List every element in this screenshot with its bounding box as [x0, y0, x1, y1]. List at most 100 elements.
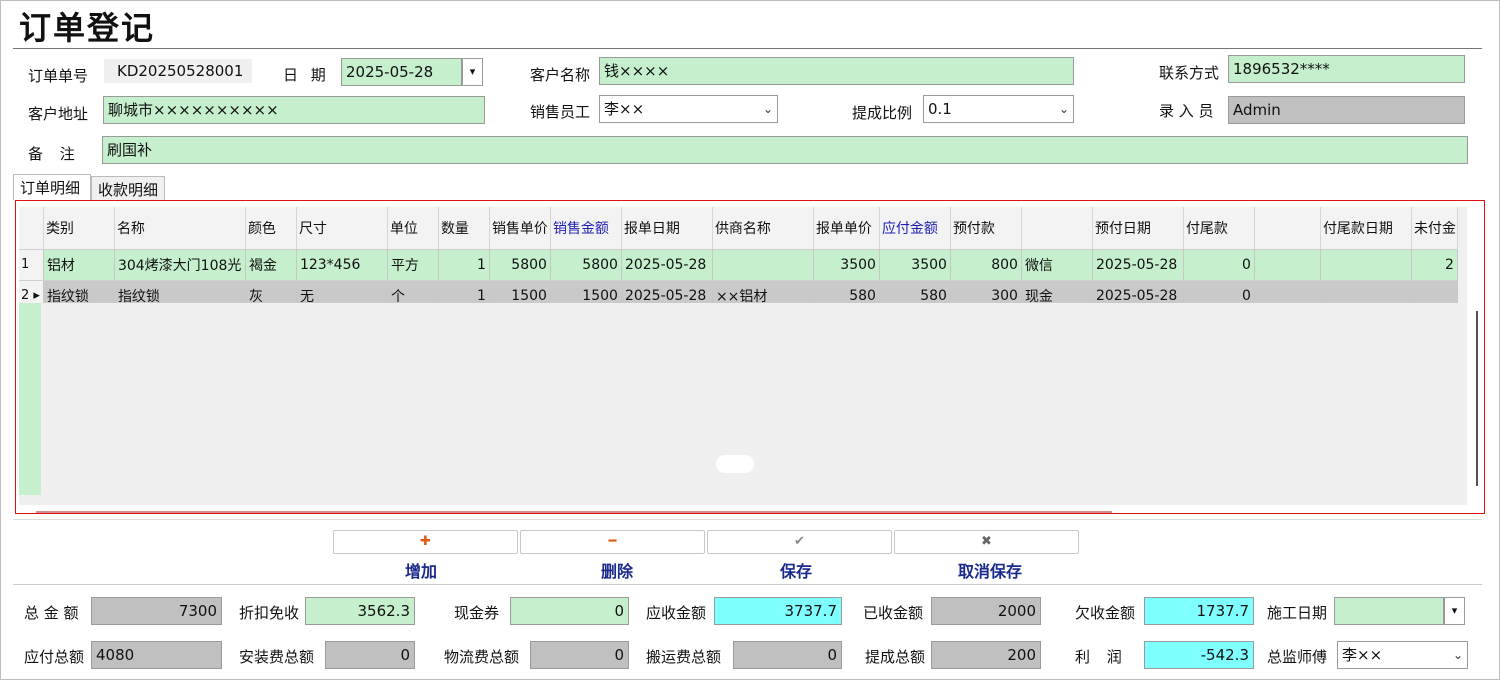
title-divider [13, 48, 1482, 49]
horizontal-scrollbar[interactable] [36, 511, 1112, 513]
commission-label: 提成比例 [852, 104, 913, 122]
cancel-save-button[interactable]: ✖ [894, 530, 1079, 554]
supervisor-label: 总监师傅 [1267, 648, 1328, 666]
col-header[interactable]: 付尾款 [1183, 207, 1255, 250]
col-header[interactable]: 报单单价 [813, 207, 880, 250]
cell-supplier[interactable] [712, 249, 814, 281]
col-header[interactable]: 应付金额 [879, 207, 951, 250]
col-header[interactable]: 销售金额 [550, 207, 622, 250]
add-button[interactable]: ✚ [333, 530, 518, 554]
cell-unit[interactable]: 平方 [387, 249, 439, 281]
grid-header-row: 类别 名称 颜色 尺寸 单位 数量 销售单价 销售金额 报单日期 供商名称 报单… [19, 207, 1458, 250]
cell-qty[interactable]: 1 [438, 249, 490, 281]
cell-size[interactable]: 123*456 [296, 249, 388, 281]
cell-order-price[interactable]: 3500 [813, 249, 880, 281]
address-label: 客户地址 [28, 105, 89, 123]
col-header[interactable]: 颜色 [245, 207, 297, 250]
save-button-label[interactable]: 保存 [780, 558, 812, 582]
col-header[interactable]: 类别 [43, 207, 115, 250]
commission-select[interactable]: 0.1 ⌄ [923, 95, 1074, 123]
cell-color[interactable]: 褐金 [245, 249, 297, 281]
install-fee-field: 0 [325, 641, 415, 669]
salesperson-select[interactable]: 李×× ⌄ [599, 95, 778, 123]
contact-field[interactable]: 1896532**** [1228, 55, 1465, 83]
cell-balance-date[interactable] [1320, 249, 1412, 281]
section-divider [13, 519, 1482, 520]
close-icon: ✖ [981, 534, 992, 549]
construction-date-label: 施工日期 [1267, 604, 1328, 622]
cell-category[interactable]: 铝材 [43, 249, 115, 281]
minus-icon: ━ [608, 534, 617, 549]
col-header[interactable]: 预付日期 [1092, 207, 1184, 250]
add-button-label[interactable]: 增加 [405, 558, 437, 582]
tab-payment-details[interactable]: 收款明细 [91, 176, 165, 200]
order-entry-window: 订单登记 订单单号 KD20250528001 日 期 2025-05-28 ▾… [0, 0, 1500, 680]
col-header[interactable]: 数量 [438, 207, 490, 250]
cell-prepay-method[interactable]: 微信 [1021, 249, 1093, 281]
cell-balance-pay[interactable]: 0 [1183, 249, 1255, 281]
row-header[interactable]: 1 [19, 249, 44, 281]
carry-field: 0 [733, 641, 842, 669]
coupon-field[interactable]: 0 [510, 597, 629, 625]
install-fee-label: 安装费总额 [239, 648, 315, 666]
detail-table: 类别 名称 颜色 尺寸 单位 数量 销售单价 销售金额 报单日期 供商名称 报单… [19, 207, 1458, 312]
col-header[interactable]: 名称 [114, 207, 246, 250]
col-header[interactable]: 未付金 [1411, 207, 1458, 250]
construction-date-field[interactable] [1334, 597, 1444, 625]
receivable-field: 3737.7 [714, 597, 842, 625]
order-no-label: 订单单号 [28, 67, 89, 85]
contact-label: 联系方式 [1159, 64, 1220, 82]
supervisor-select[interactable]: 李×× ⌄ [1337, 641, 1468, 669]
cell-payable[interactable]: 3500 [879, 249, 951, 281]
cell-prepay-date[interactable]: 2025-05-28 [1092, 249, 1184, 281]
salesperson-label: 销售员工 [530, 103, 591, 121]
grid-empty-area [19, 303, 1467, 505]
profit-label: 利 润 [1075, 648, 1128, 666]
col-header[interactable] [1021, 207, 1093, 250]
date-field[interactable]: 2025-05-28 [341, 58, 462, 86]
total-field: 7300 [91, 597, 222, 625]
total-label: 总 金 额 [24, 604, 79, 622]
received-label: 已收金额 [863, 604, 924, 622]
discount-label: 折扣免收 [239, 604, 300, 622]
cancel-save-button-label[interactable]: 取消保存 [958, 558, 1022, 582]
note-label: 备 注 [28, 145, 81, 163]
cell-sale-amount[interactable]: 5800 [550, 249, 622, 281]
payable-total-field: 4080 [91, 641, 222, 669]
cell-unpaid[interactable]: 2 [1411, 249, 1458, 281]
cell-order-date[interactable]: 2025-05-28 [621, 249, 713, 281]
save-button[interactable]: ✔ [707, 530, 892, 554]
plus-icon: ✚ [420, 534, 431, 549]
construction-date-picker-button[interactable]: ▾ [1444, 597, 1465, 625]
cell-blank[interactable] [1254, 249, 1321, 281]
carry-label: 搬运费总额 [646, 648, 722, 666]
receivable-label: 应收金额 [646, 604, 707, 622]
col-header[interactable]: 销售单价 [489, 207, 551, 250]
cell-sale-price[interactable]: 5800 [489, 249, 551, 281]
address-field[interactable]: 聊城市×××××××××× [103, 96, 485, 124]
customer-field[interactable]: 钱×××× [599, 57, 1074, 85]
col-header[interactable]: 预付款 [950, 207, 1022, 250]
table-row[interactable]: 1 铝材 304烤漆大门108光 褐金 123*456 平方 1 5800 58… [19, 249, 1458, 281]
delete-button[interactable]: ━ [520, 530, 705, 554]
commission-total-label: 提成总额 [865, 648, 926, 666]
col-header[interactable]: 尺寸 [296, 207, 388, 250]
cell-name[interactable]: 304烤漆大门108光 [114, 249, 246, 281]
col-header[interactable]: 付尾款日期 [1320, 207, 1412, 250]
commission-value: 0.1 [928, 100, 952, 118]
col-header[interactable]: 报单日期 [621, 207, 713, 250]
col-header[interactable] [1254, 207, 1321, 250]
cell-prepay[interactable]: 800 [950, 249, 1022, 281]
redaction-blot [716, 455, 754, 473]
col-header[interactable]: 单位 [387, 207, 439, 250]
customer-label: 客户名称 [530, 66, 591, 84]
discount-field[interactable]: 3562.3 [305, 597, 415, 625]
tab-order-details[interactable]: 订单明细 [13, 174, 91, 200]
delete-button-label[interactable]: 删除 [601, 558, 633, 582]
note-field[interactable]: 刷国补 [102, 136, 1468, 164]
salesperson-value: 李×× [604, 100, 645, 118]
vertical-scrollbar[interactable] [1476, 311, 1478, 486]
check-icon: ✔ [794, 534, 805, 549]
date-picker-button[interactable]: ▾ [462, 58, 483, 86]
col-header[interactable]: 供商名称 [712, 207, 814, 250]
